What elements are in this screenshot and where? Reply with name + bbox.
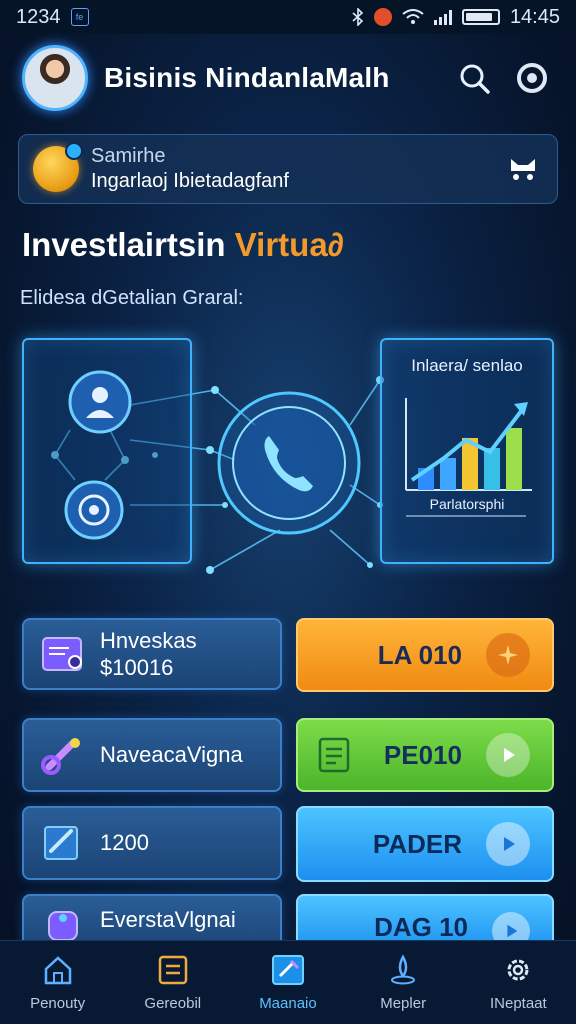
nav-item-tools[interactable]: Maanaio bbox=[233, 953, 343, 1012]
nav-label: Penouty bbox=[30, 995, 86, 1012]
amount-card[interactable]: 1200 bbox=[22, 806, 282, 880]
card-line-1: EverstaVlgnai bbox=[100, 907, 236, 932]
nav-label: Maanaio bbox=[259, 995, 317, 1012]
left-network-panel bbox=[22, 338, 192, 564]
status-time-left: 1234 bbox=[16, 5, 61, 28]
card-amount: $10016 bbox=[100, 655, 174, 680]
growth-chart-icon bbox=[405, 398, 532, 517]
bluetooth-icon bbox=[352, 8, 364, 26]
card-line-1: NaveacaVigna bbox=[100, 742, 243, 768]
card-line-1: 1200 bbox=[100, 830, 149, 856]
battery-icon bbox=[461, 9, 500, 25]
row-2-button[interactable]: PE010 bbox=[296, 718, 554, 792]
page-subheadline: Elidesa dGetalian Graral: bbox=[20, 287, 244, 309]
nav-item-settings[interactable]: INeptaat bbox=[463, 953, 573, 1012]
notice-card[interactable]: Samirhe Ingarlaoj Ibietadagfanf bbox=[18, 134, 558, 204]
dnd-icon bbox=[373, 8, 392, 26]
avatar-icon[interactable] bbox=[22, 45, 88, 111]
notice-subtitle: Ingarlaoj Ibietadagfanf bbox=[91, 170, 289, 192]
app-badge-icon: fe bbox=[70, 8, 89, 26]
wifi-icon bbox=[402, 9, 424, 24]
box-icon bbox=[38, 906, 88, 942]
list-icon bbox=[155, 953, 191, 987]
link-icon bbox=[38, 732, 88, 778]
gear-icon bbox=[500, 953, 536, 987]
network-illustration: Inlaera/ senlao Parlatorsphi bbox=[0, 330, 576, 580]
target-icon[interactable] bbox=[510, 56, 554, 100]
play-icon bbox=[486, 733, 530, 777]
bottom-nav: Penouty Gereobil Maanaio Mepler INeptaat bbox=[0, 940, 576, 1024]
row-1-button[interactable]: LA 010 bbox=[296, 618, 554, 692]
star-icon bbox=[486, 633, 530, 677]
nav-item-map[interactable]: Mepler bbox=[348, 953, 458, 1012]
pen-icon bbox=[38, 820, 88, 866]
headline-main: Investlairtsin bbox=[22, 226, 235, 263]
button-label: LA 010 bbox=[377, 639, 462, 670]
app-header: Bisinis NindanlaMalh bbox=[0, 34, 576, 122]
nav-label: Gereobil bbox=[144, 995, 202, 1012]
nav-item-list[interactable]: Gereobil bbox=[118, 953, 228, 1012]
navigation-card[interactable]: NaveacaVigna bbox=[22, 718, 282, 792]
coin-icon bbox=[33, 142, 83, 192]
play-icon bbox=[486, 822, 530, 866]
headline-accent: Virtua∂ bbox=[234, 226, 344, 263]
button-label: PADER bbox=[372, 828, 462, 859]
page-headline: Investlairtsin Virtua∂ bbox=[22, 226, 344, 264]
phone-hub-icon bbox=[217, 391, 361, 535]
investment-card[interactable]: Hnveskas $10016 bbox=[22, 618, 282, 690]
app-title: Bisinis NindanlaMalh bbox=[104, 62, 390, 93]
chart-panel-caption: Parlatorsphi bbox=[429, 496, 505, 512]
nav-label: Mepler bbox=[380, 995, 427, 1012]
button-label: DAG 10 bbox=[374, 912, 468, 942]
share-icon[interactable] bbox=[503, 149, 543, 189]
status-time-right: 14:45 bbox=[509, 5, 560, 28]
notice-title: Samirhe bbox=[91, 145, 166, 167]
status-bar: 1234 fe 14:45 bbox=[0, 0, 576, 34]
pin-icon bbox=[385, 953, 421, 987]
wallet-icon bbox=[38, 631, 88, 677]
nav-item-home[interactable]: Penouty bbox=[3, 953, 113, 1012]
document-icon bbox=[318, 737, 350, 773]
search-icon[interactable] bbox=[452, 56, 496, 100]
row-3-button[interactable]: PADER bbox=[296, 806, 554, 882]
card-line-1: Hnveskas bbox=[100, 627, 197, 653]
nav-label: INeptaat bbox=[489, 995, 547, 1012]
button-label: PE010 bbox=[383, 739, 462, 770]
user-node-icon bbox=[64, 370, 132, 540]
home-icon bbox=[40, 953, 76, 987]
tools-icon bbox=[270, 953, 306, 987]
signal-icon bbox=[433, 9, 452, 25]
right-chart-panel: Inlaera/ senlao Parlatorsphi bbox=[380, 338, 554, 564]
